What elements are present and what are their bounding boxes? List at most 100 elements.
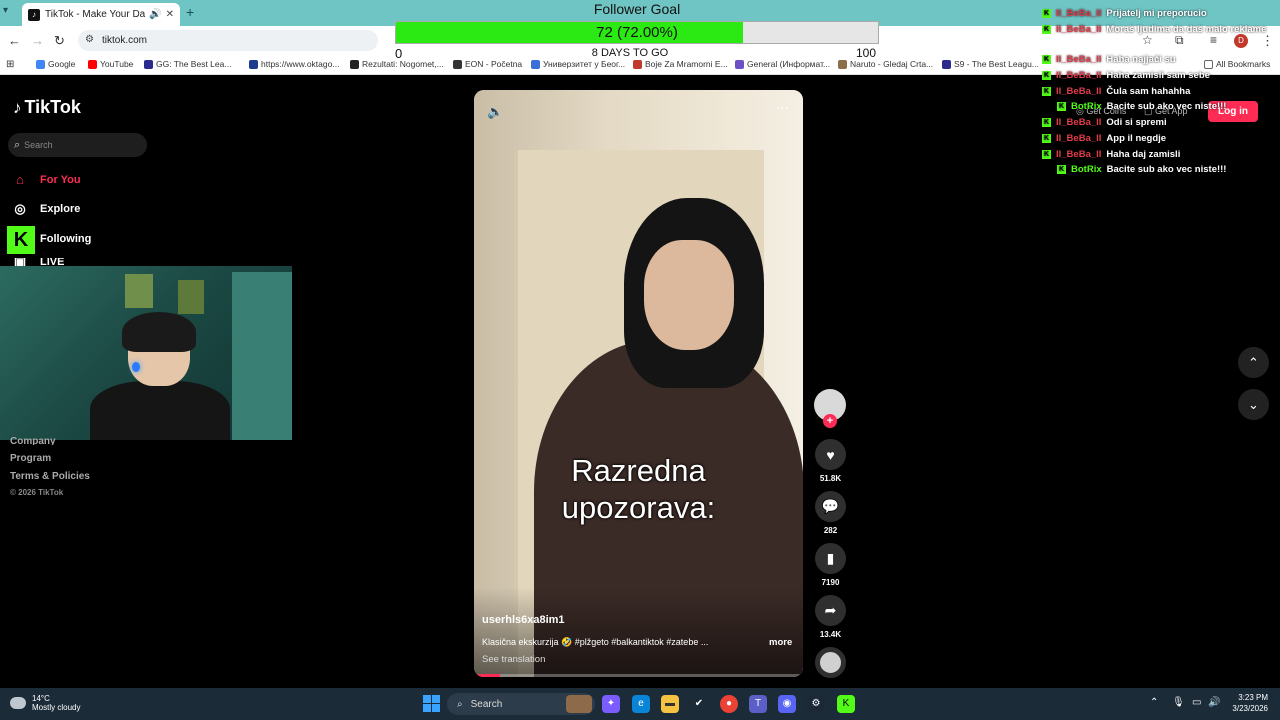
star-icon[interactable]: ☆ [1142,33,1153,47]
clock-date: 3/23/2026 [1232,704,1268,713]
follower-goal-max: 100 [856,46,877,60]
kick-badge-icon: K [1042,25,1051,34]
discord-icon[interactable]: ◉ [778,695,796,713]
live-icon: ▣ [13,258,27,266]
steam-icon[interactable]: ⚙ [807,695,825,713]
bookmark-item[interactable]: Google [36,59,75,69]
chat-username: II_BeBa_II [1056,54,1102,65]
windows-start-icon[interactable] [423,695,440,712]
address-bar[interactable]: ⚙ tiktok.com [78,30,378,51]
follower-goal-count: 72 (72.00%) [596,24,678,41]
site-info-icon[interactable]: ⚙ [85,34,94,45]
taskbar-clock[interactable]: 3:23 PM 3/23/2026 [1220,692,1268,714]
music-disc-icon[interactable] [815,647,846,678]
speaker-icon[interactable]: 🔊 [149,9,161,20]
tiktok-note-icon: ♪ [13,97,22,117]
compass-icon: ◎ [14,201,26,216]
nav-explore[interactable]: ◎ Explore [12,201,80,217]
chat-message: K II_BeBa_II Haha najjači su [1042,54,1176,65]
chat-username: II_BeBa_II [1056,8,1102,19]
bookmark-item[interactable]: Универзитет у Беог... [531,59,625,69]
tiktok-search-input[interactable] [24,140,135,150]
chat-message: K BotRix Bacite sub ako vec niste!!! [1057,101,1226,112]
video-progress-bar[interactable] [474,674,803,677]
caption-more-button[interactable]: more [769,637,792,648]
back-button[interactable]: ← [8,33,21,48]
extensions-icon[interactable]: ⧉ [1175,33,1184,48]
profile-avatar[interactable]: D [1234,34,1248,48]
video-progress-fill [474,674,501,677]
tray-chevron-icon[interactable]: ⌃ [1150,697,1158,708]
more-options-icon[interactable]: ⋯ [776,100,789,116]
bookmark-item[interactable]: Naruto - Gledaj Crta... [838,59,933,69]
mute-icon[interactable]: 🔈 [487,104,503,120]
nav-for-you[interactable]: ⌂ For You [12,172,80,188]
new-tab-button[interactable]: + [186,4,194,20]
chat-text: Haha daj zamisli [1106,149,1181,160]
like-count: 51.8K [819,474,842,483]
video-player[interactable]: 🔈 ⋯ Razredna upozorava: userhls6xa8im1 K… [474,90,803,677]
forward-button[interactable]: → [31,33,44,48]
mic-icon[interactable]: 🎙 [1172,697,1185,708]
all-bookmarks-link[interactable]: All Bookmarks [1204,59,1270,69]
chat-username: II_BeBa_II [1056,117,1102,128]
browser-menu-icon[interactable]: ⋮ [1261,33,1274,49]
tiktok-search-box[interactable]: ⌕ [8,133,147,157]
teams-icon[interactable]: T [749,695,767,713]
video-overlay-text: Razredna upozorava: [561,453,716,525]
footer-company[interactable]: Company [10,436,56,445]
folder-icon [1204,59,1213,69]
bookmark-item[interactable]: S9 - The Best Leagu... [942,59,1039,69]
share-count: 13.4K [819,630,842,639]
browser-tab[interactable]: ♪ TikTok - Make Your Day 🔊 ✕ [22,3,180,26]
bookmark-favicon-icon [942,59,951,69]
volume-icon[interactable]: 🔊 [1208,697,1220,708]
chat-text: Prijatelj mi preporucio [1106,8,1207,19]
video-author[interactable]: userhls6xa8im1 [482,614,565,626]
chat-text: Haha najjači su [1106,54,1176,65]
close-tab-icon[interactable]: ✕ [166,9,174,20]
chat-message: K II_BeBa_II Prijatelj mi preporucio [1042,8,1207,19]
chat-text: Čula sam hahahha [1106,86,1191,97]
tab-search-icon[interactable]: ▾ [3,5,8,16]
checkmark-app-icon[interactable]: ✔ [690,695,708,713]
media-icon[interactable]: ≡ [1210,33,1217,47]
weather-widget[interactable]: 14°C Mostly cloudy [10,694,80,712]
comment-button[interactable]: 💬 282 [815,491,846,535]
bookmark-favicon-icon [633,59,642,69]
bookmark-item[interactable]: EON - Početna [453,59,522,69]
file-explorer-icon[interactable]: ▬ [661,695,679,713]
next-video-button[interactable]: ⌄ [1238,389,1269,420]
see-translation-link[interactable]: See translation [482,654,545,665]
kick-logo: K [7,226,35,254]
previous-video-button[interactable]: ⌃ [1238,347,1269,378]
bookmark-item[interactable]: GG: The Best Lea... [144,59,231,69]
share-button[interactable]: ➦ 13.4K [815,595,846,639]
bookmark-item[interactable]: https://www.oktago... [249,59,339,69]
tiktok-logo[interactable]: ♪ TikTok [13,97,81,118]
chrome-icon[interactable]: ● [720,695,738,713]
bookmark-item[interactable]: General (Информат... [735,59,830,69]
chat-message: K II_BeBa_II Čula sam hahahha [1042,86,1190,97]
apps-icon[interactable]: ⊞ [6,59,14,70]
bookmark-item[interactable]: YouTube [88,59,133,69]
chat-message: K II_BeBa_II App il negdje [1042,133,1166,144]
weather-temp: 14°C [32,694,50,703]
nav-live[interactable]: ▣ LIVE [12,258,65,266]
bookmark-item[interactable]: Boje Za Mramorni E... [633,59,728,69]
save-button[interactable]: ▮ 7190 [815,543,846,587]
search-icon: ⌕ [457,698,463,710]
copilot-icon[interactable]: ✦ [602,695,620,713]
kick-badge-icon: K [1042,9,1051,18]
kick-badge-icon: K [1042,87,1051,96]
network-icon[interactable]: ▭ [1192,697,1201,708]
like-button[interactable]: ♥ 51.8K [815,439,846,483]
edge-icon[interactable]: e [632,695,650,713]
reload-button[interactable]: ↻ [54,33,65,49]
footer-program[interactable]: Program [10,453,51,464]
kick-app-icon[interactable]: K [837,695,855,713]
follow-button[interactable]: + [823,414,837,428]
follower-goal-bar: 72 (72.00%) [395,21,879,44]
footer-terms[interactable]: Terms & Policies [10,471,90,482]
bookmark-favicon-icon [350,59,359,69]
